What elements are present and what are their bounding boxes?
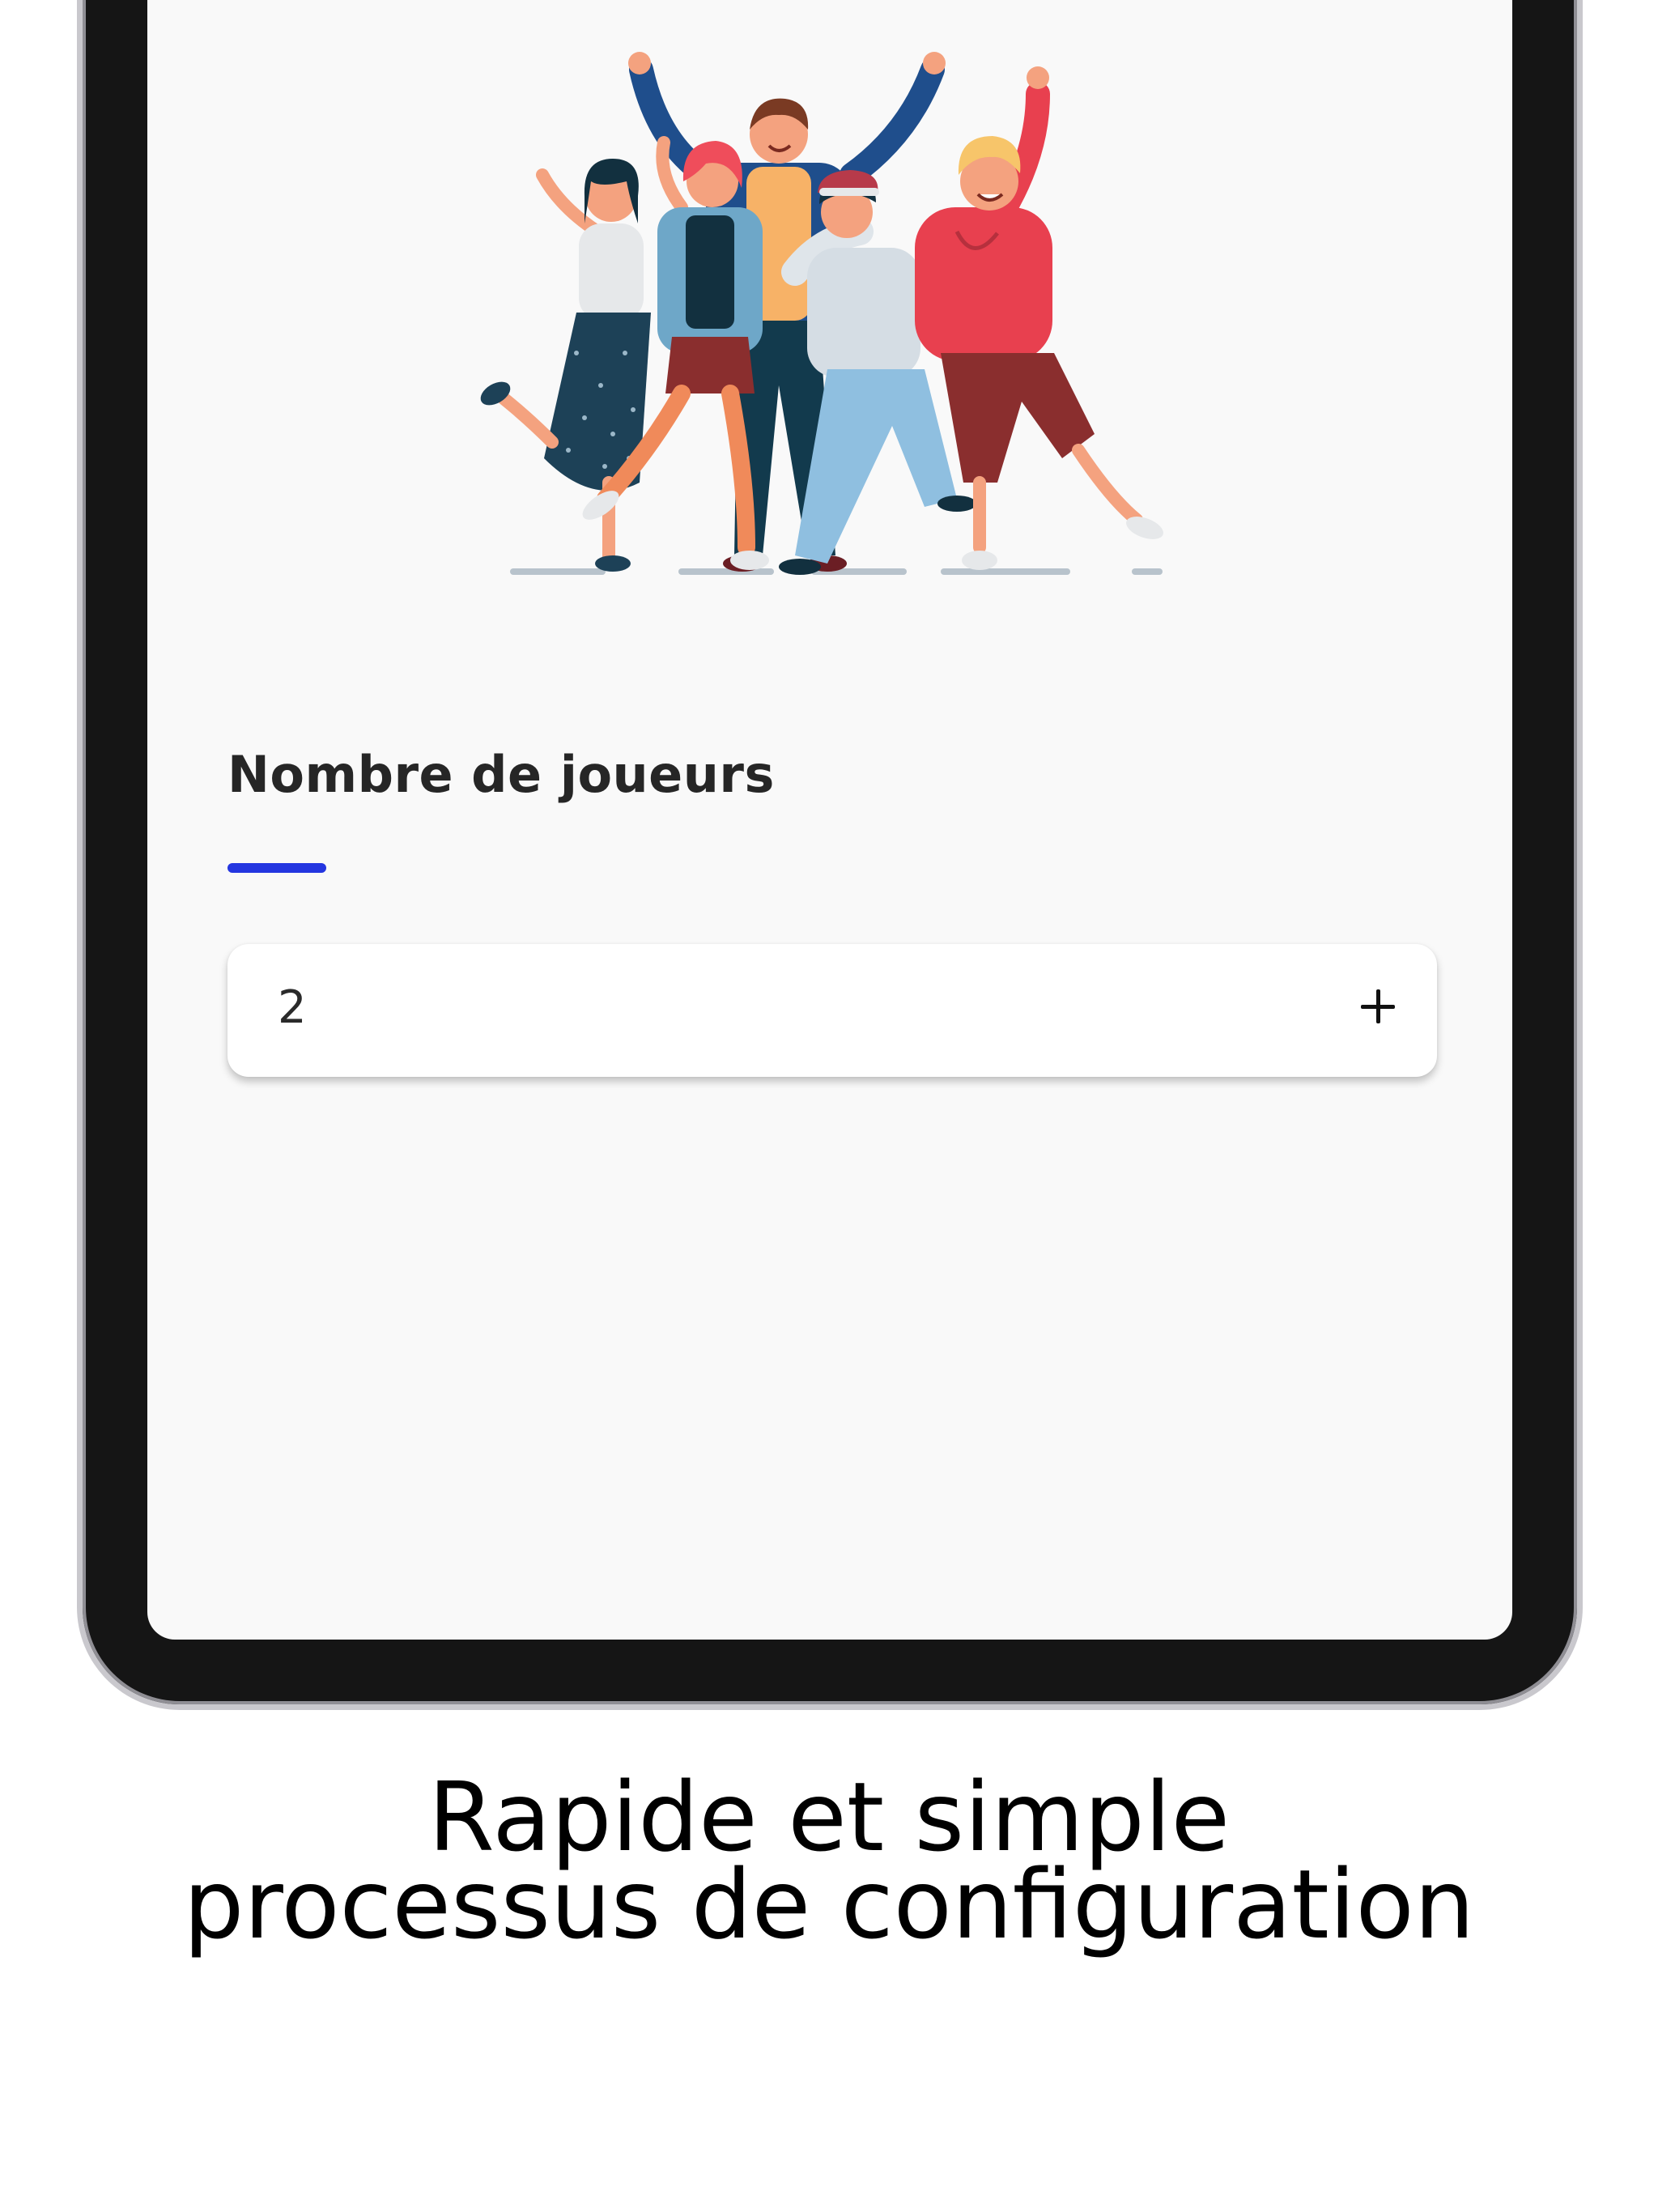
promo-caption: Rapide et simple processus de configurat… bbox=[0, 1761, 1658, 1960]
title-accent-underline bbox=[227, 863, 326, 873]
players-section-title: Nombre de joueurs bbox=[227, 745, 775, 804]
caption-line-2: processus de configuration bbox=[183, 1848, 1475, 1960]
app-screen: Nombre de joueurs 2 bbox=[147, 0, 1512, 1640]
tablet-frame: Nombre de joueurs 2 bbox=[83, 0, 1577, 1704]
plus-icon[interactable] bbox=[1350, 978, 1406, 1035]
group-of-friends-illustration bbox=[480, 52, 1163, 575]
players-count-stepper[interactable]: 2 bbox=[227, 944, 1437, 1077]
players-count-value: 2 bbox=[278, 981, 307, 1034]
caption-line-1: Rapide et simple bbox=[427, 1761, 1231, 1873]
